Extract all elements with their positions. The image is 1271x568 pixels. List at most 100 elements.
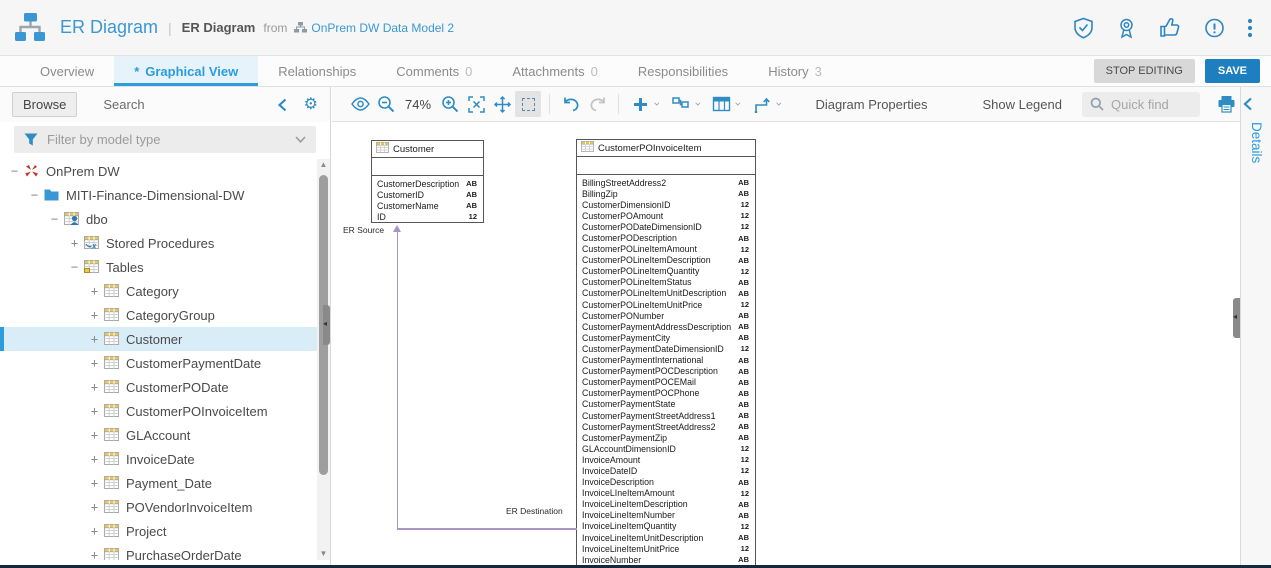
thumbs-up-icon[interactable]: [1159, 17, 1182, 39]
entity-customer[interactable]: Customer CustomerDescriptionABCustomerID…: [371, 140, 484, 223]
tree-item-tables[interactable]: −Tables: [0, 255, 330, 279]
entity-column-row[interactable]: InvoiceLineItemUnitPrice12: [577, 543, 755, 554]
entity-column-row[interactable]: CustomerPOAmount12: [577, 210, 755, 221]
entity-column-row[interactable]: InvoiceLineItemNumberAB: [577, 510, 755, 521]
expand-icon[interactable]: +: [88, 332, 101, 346]
relationship-line-horizontal[interactable]: [397, 528, 577, 530]
expand-icon[interactable]: +: [68, 236, 81, 250]
entity-column-row[interactable]: CustomerPOLineItemStatusAB: [577, 277, 755, 288]
entity-column-row[interactable]: InvoiceDateID12: [577, 465, 755, 476]
entity-column-row[interactable]: CustomerPODateDimensionID12: [577, 221, 755, 232]
entity-column-row[interactable]: InvoiceDescriptionAB: [577, 477, 755, 488]
expand-icon[interactable]: +: [88, 524, 101, 538]
tree-item-povendorinvoiceitem[interactable]: +POVendorInvoiceItem: [0, 495, 330, 519]
preview-eye-icon[interactable]: [347, 91, 373, 117]
expand-icon[interactable]: +: [88, 476, 101, 490]
entity-column-row[interactable]: CustomerPaymentPOCDescriptionAB: [577, 366, 755, 377]
expand-icon[interactable]: +: [88, 404, 101, 418]
tab-comments[interactable]: Comments0: [376, 56, 492, 86]
entity-column-row[interactable]: BillingZipAB: [577, 188, 755, 199]
entity-column-row[interactable]: InvoiceLineItemQuantity12: [577, 521, 755, 532]
tab-responsibilities[interactable]: Responsibilities: [618, 56, 748, 86]
layout-dropdown-chevron-icon[interactable]: [695, 101, 701, 107]
entity-column-row[interactable]: InvoiceLineItemDescriptionAB: [577, 499, 755, 510]
entity-column-row[interactable]: CustomerPaymentCityAB: [577, 332, 755, 343]
zoom-in-icon[interactable]: [437, 91, 463, 117]
entity-column-row[interactable]: InvoiceLIneItemAmount12: [577, 488, 755, 499]
tree-item-customerpoinvoiceitem[interactable]: +CustomerPOInvoiceItem: [0, 399, 330, 423]
add-dropdown-chevron-icon[interactable]: [654, 101, 660, 107]
scroll-up-arrow[interactable]: ▲: [317, 159, 330, 171]
gear-icon[interactable]: ⚙: [304, 97, 318, 113]
collapse-icon[interactable]: −: [8, 164, 21, 178]
entity-customerpoinvoiceitem[interactable]: CustomerPOInvoiceItem BillingStreetAddre…: [576, 139, 756, 565]
expand-icon[interactable]: +: [88, 500, 101, 514]
tree-item-customerpodate[interactable]: +CustomerPODate: [0, 375, 330, 399]
tree-item-project[interactable]: +Project: [0, 519, 330, 543]
table-display-icon[interactable]: [708, 91, 734, 117]
entity-column-row[interactable]: CustomerPaymentInternationalAB: [577, 355, 755, 366]
zoom-level[interactable]: 74%: [405, 97, 431, 112]
redo-icon[interactable]: [584, 91, 610, 117]
kebab-menu-icon[interactable]: [1247, 17, 1253, 39]
collapse-icon[interactable]: −: [48, 212, 61, 226]
tree-item-categorygroup[interactable]: +CategoryGroup: [0, 303, 330, 327]
tree-item-miti-finance-dimensional-dw[interactable]: −MITI-Finance-Dimensional-DW: [0, 183, 330, 207]
entity-column-row[interactable]: InvoiceNumberAB: [577, 554, 755, 565]
tree-item-onprem-dw[interactable]: −OnPrem DW: [0, 159, 330, 183]
tree-item-glaccount[interactable]: +GLAccount: [0, 423, 330, 447]
tree-item-payment-date[interactable]: +Payment_Date: [0, 471, 330, 495]
tab-history[interactable]: History3: [748, 56, 842, 86]
entity-column-row[interactable]: CustomerDescriptionAB: [372, 178, 483, 189]
browse-tab[interactable]: Browse: [12, 92, 77, 117]
table-dropdown-chevron-icon[interactable]: [735, 101, 741, 107]
print-icon[interactable]: [1214, 91, 1240, 117]
shield-check-icon[interactable]: [1073, 17, 1094, 39]
entity-column-row[interactable]: CustomerPaymentZipAB: [577, 432, 755, 443]
entity-column-row[interactable]: CustomerPaymentPOCPhoneAB: [577, 388, 755, 399]
entity-column-row[interactable]: CustomerPaymentDateDimensionID12: [577, 343, 755, 354]
expand-icon[interactable]: +: [88, 308, 101, 322]
relationship-line-vertical[interactable]: [397, 231, 399, 528]
entity-column-row[interactable]: CustomerPOLineItemDescriptionAB: [577, 255, 755, 266]
stop-editing-button[interactable]: STOP EDITING: [1094, 59, 1195, 83]
marquee-select-icon[interactable]: [515, 91, 541, 117]
tab-overview[interactable]: Overview: [20, 56, 114, 86]
relationship-style-icon[interactable]: [749, 91, 775, 117]
entity-column-row[interactable]: InvoiceAmount12: [577, 454, 755, 465]
entity-column-row[interactable]: CustomerPaymentPOCEMailAB: [577, 377, 755, 388]
quick-find-input[interactable]: Quick find: [1082, 92, 1200, 117]
alert-circle-icon[interactable]: [1204, 17, 1225, 39]
relationship-dropdown-chevron-icon[interactable]: [776, 101, 782, 107]
pan-tool-icon[interactable]: [489, 91, 515, 117]
diagram-properties-button[interactable]: Diagram Properties: [815, 97, 927, 112]
tree-item-stored-procedures[interactable]: +xStored Procedures: [0, 231, 330, 255]
save-button[interactable]: SAVE: [1205, 59, 1260, 83]
sidebar-collapse-handle[interactable]: [323, 305, 330, 345]
entity-column-row[interactable]: CustomerIDAB: [372, 189, 483, 200]
entity-column-row[interactable]: CustomerPOLineItemAmount12: [577, 244, 755, 255]
entity-column-row[interactable]: CustomerPaymentStreetAddress1AB: [577, 410, 755, 421]
tree-item-customerpaymentdate[interactable]: +CustomerPaymentDate: [0, 351, 330, 375]
entity-column-row[interactable]: GLAccountDimensionID12: [577, 443, 755, 454]
tab-attachments[interactable]: Attachments0: [492, 56, 618, 86]
entity-column-row[interactable]: CustomerNameAB: [372, 200, 483, 211]
expand-icon[interactable]: +: [88, 356, 101, 370]
entity-column-row[interactable]: ID12: [372, 211, 483, 222]
details-panel-label[interactable]: Details: [1249, 122, 1264, 163]
show-legend-button[interactable]: Show Legend: [982, 97, 1062, 112]
entity-column-row[interactable]: InvoiceLineItemUnitDescriptionAB: [577, 532, 755, 543]
tree-item-customer[interactable]: +Customer: [0, 327, 330, 351]
search-tab[interactable]: Search: [103, 97, 144, 112]
diagram-canvas[interactable]: Customer CustomerDescriptionABCustomerID…: [332, 122, 1240, 565]
collapse-sidebar-icon[interactable]: [277, 98, 288, 112]
expand-icon[interactable]: +: [88, 548, 101, 560]
tree-item-category[interactable]: +Category: [0, 279, 330, 303]
expand-icon[interactable]: +: [88, 452, 101, 466]
add-object-icon[interactable]: [627, 91, 653, 117]
entity-column-row[interactable]: CustomerPaymentAddressDescriptionAB: [577, 321, 755, 332]
fit-to-screen-icon[interactable]: [463, 91, 489, 117]
tab-graphical-view[interactable]: *Graphical View: [114, 56, 258, 86]
expand-icon[interactable]: +: [88, 284, 101, 298]
entity-column-row[interactable]: CustomerPOLineItemUnitPrice12: [577, 299, 755, 310]
